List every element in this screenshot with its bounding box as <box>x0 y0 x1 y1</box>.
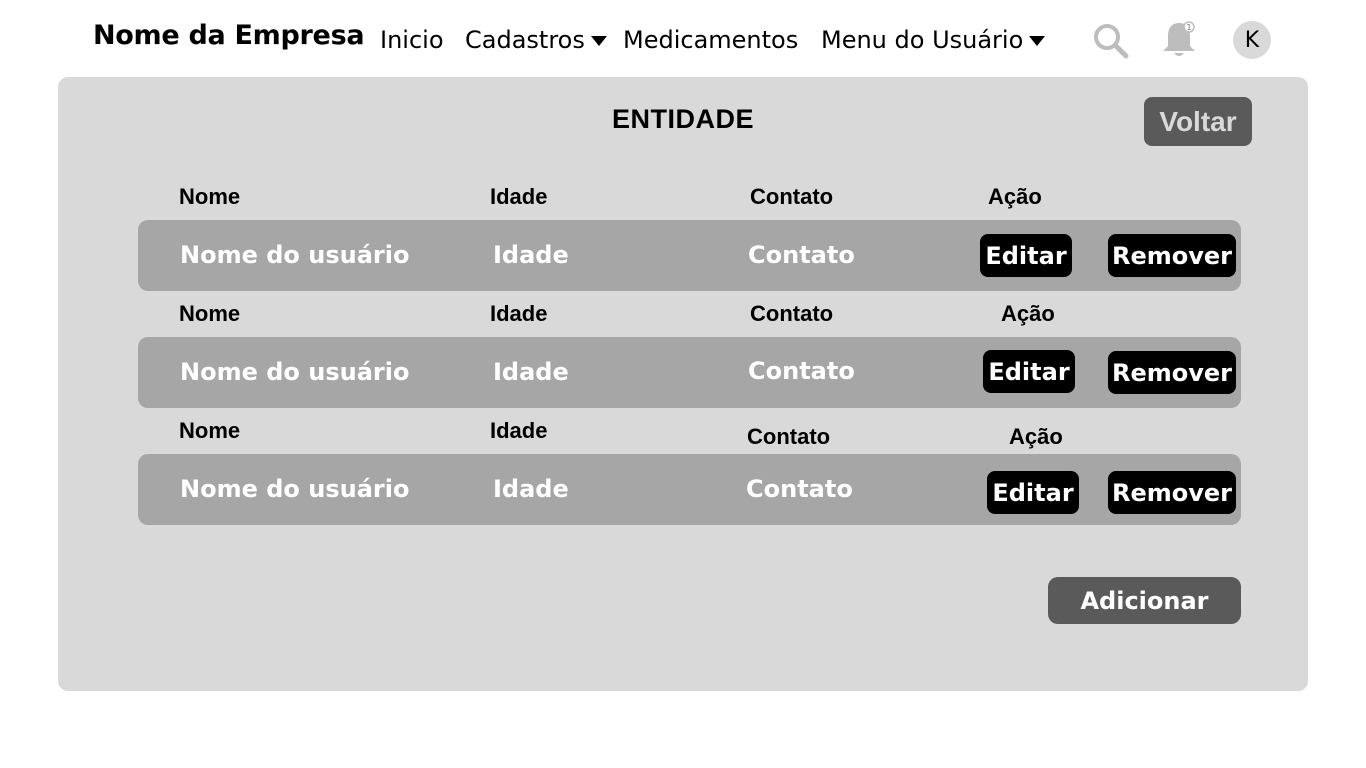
back-button[interactable]: Voltar <box>1144 97 1252 146</box>
cell-contato: Contato <box>748 357 855 385</box>
add-button[interactable]: Adicionar <box>1048 577 1241 624</box>
remove-button[interactable]: Remover <box>1108 234 1236 277</box>
nav-menu-usuario[interactable]: Menu do Usuário <box>821 26 1046 54</box>
column-header-contato: Contato <box>750 301 834 326</box>
column-header-acao: Ação <box>1001 301 1055 326</box>
column-header-idade: Idade <box>490 301 548 326</box>
chevron-down-icon <box>1029 36 1046 46</box>
cell-contato: Contato <box>748 241 855 269</box>
nav-cadastros-label: Cadastros <box>465 26 585 54</box>
column-header-nome: Nome <box>179 184 241 209</box>
remove-button[interactable]: Remover <box>1108 471 1236 514</box>
remove-button[interactable]: Remover <box>1108 351 1236 394</box>
nav-inicio[interactable]: Inicio <box>380 26 444 54</box>
notification-bell-icon[interactable]: 1 <box>1160 18 1198 60</box>
brand-name: Nome da Empresa <box>93 20 365 51</box>
nav-menu-usuario-label: Menu do Usuário <box>821 26 1024 54</box>
column-header-contato: Contato <box>750 184 834 209</box>
cell-contato: Contato <box>746 475 853 503</box>
edit-button[interactable]: Editar <box>980 234 1072 277</box>
cell-nome: Nome do usuário <box>180 241 410 269</box>
edit-button[interactable]: Editar <box>987 471 1079 514</box>
search-icon[interactable] <box>1092 22 1130 60</box>
cell-idade: Idade <box>493 358 569 386</box>
avatar[interactable]: K <box>1233 21 1271 59</box>
nav-cadastros[interactable]: Cadastros <box>465 26 607 54</box>
nav-medicamentos[interactable]: Medicamentos <box>623 26 798 54</box>
edit-button[interactable]: Editar <box>983 350 1075 393</box>
column-header-acao: Ação <box>1009 424 1063 449</box>
cell-idade: Idade <box>493 475 569 503</box>
avatar-initial: K <box>1244 27 1260 53</box>
cell-nome: Nome do usuário <box>180 475 410 503</box>
chevron-down-icon <box>590 36 607 46</box>
column-header-idade: Idade <box>490 418 548 443</box>
cell-idade: Idade <box>493 241 569 269</box>
column-header-contato: Contato <box>747 424 831 449</box>
notification-count: 1 <box>1186 23 1191 32</box>
column-header-nome: Nome <box>179 301 241 326</box>
cell-nome: Nome do usuário <box>180 358 410 386</box>
column-header-acao: Ação <box>988 184 1042 209</box>
column-header-nome: Nome <box>179 418 241 443</box>
column-header-idade: Idade <box>490 184 548 209</box>
